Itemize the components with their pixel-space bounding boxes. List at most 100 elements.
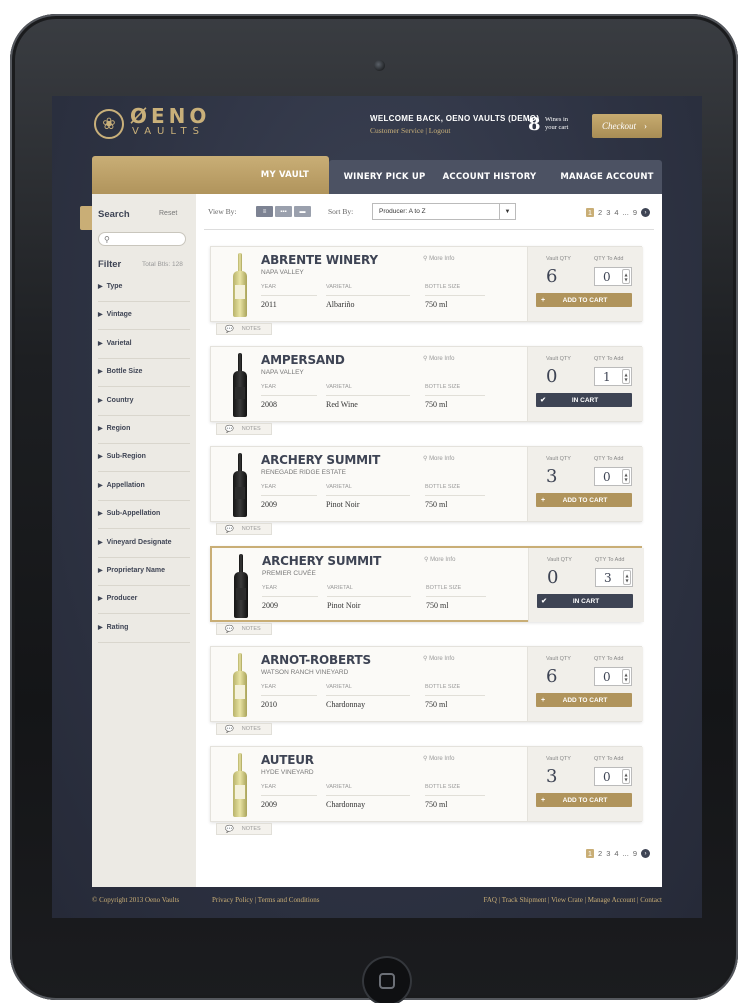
page-current[interactable]: 1 [585,849,595,858]
speech-bubble-icon: 💬 [225,826,234,833]
more-info-link[interactable]: ⚲ More Info [423,655,454,662]
filter-item[interactable]: ▶ Varietal [98,337,190,359]
vault-qty-label: Vault QTY [546,756,571,762]
field-caption: VARIETAL [326,384,352,390]
notes-tab[interactable]: 💬 NOTES [216,423,272,435]
filter-item[interactable]: ▶ Sub-Region [98,450,190,473]
sidebar-toggle[interactable] [80,206,92,230]
qty-to-add-stepper[interactable]: 3 ▲ ▼ [595,568,633,587]
tab-manage-account[interactable]: MANAGE ACCOUNT [552,160,662,194]
qty-to-add-stepper[interactable]: 0 ▲ ▼ [594,467,632,486]
tab-account-history[interactable]: ACCOUNT HISTORY [437,160,542,194]
stepper-arrows-icon[interactable]: ▲ ▼ [622,369,630,384]
add-to-cart-button[interactable]: + ADD TO CART [536,793,632,807]
next-page-icon[interactable]: › [641,849,650,858]
account-links[interactable]: Customer Service | Logout [370,126,539,135]
sort-select[interactable]: Producer: A to Z ▼ [372,203,516,220]
qty-to-add-stepper[interactable]: 0 ▲ ▼ [594,667,632,686]
more-info-link[interactable]: ⚲ More Info [423,355,454,362]
in-cart-button[interactable]: ✔ IN CART [537,594,633,608]
vault-qty-label: Vault QTY [546,656,571,662]
filter-label: Rating [106,623,129,631]
page-link[interactable]: 3 [606,849,610,858]
plus-icon: + [540,696,546,704]
field-caption: VARIETAL [327,585,353,591]
notes-tab[interactable]: 💬 NOTES [216,723,272,735]
expand-arrow-icon: ▶ [98,426,103,432]
filter-label: Type [106,283,123,290]
wine-name[interactable]: AMPERSAND [261,353,345,367]
filter-item[interactable]: ▶ Vintage [98,308,190,331]
home-button[interactable] [362,956,412,1003]
filter-item[interactable]: ▶ Appellation [98,479,190,501]
more-info-link[interactable]: ⚲ More Info [423,755,454,762]
page-link[interactable]: 4 [614,208,618,217]
add-to-cart-button[interactable]: + ADD TO CART [536,493,632,507]
notes-tab[interactable]: 💬 NOTES [216,523,272,535]
search-input[interactable]: ⚲ [98,232,186,246]
wine-name[interactable]: ARCHERY SUMMIT [261,453,380,467]
tab-my-vault[interactable]: MY VAULT [92,156,329,194]
bottle-neck [238,353,242,373]
stepper-arrows-icon[interactable]: ▲ ▼ [622,769,630,784]
filter-item[interactable]: ▶ Region [98,422,190,444]
filter-item[interactable]: ▶ Producer [98,592,190,615]
page-link[interactable]: 2 [598,208,602,217]
filter-item[interactable]: ▶ Bottle Size [98,365,190,388]
notes-tab[interactable]: 💬 NOTES [216,323,272,335]
qty-to-add-stepper[interactable]: 0 ▲ ▼ [594,267,632,286]
qty-to-add-stepper[interactable]: 1 ▲ ▼ [594,367,632,386]
field-value: 750 ml [425,300,448,309]
wine-name[interactable]: ABRENTE WINERY [261,253,378,267]
vault-qty-value: 3 [546,466,558,487]
view-compact-button[interactable]: ▬ [294,206,311,217]
plus-icon: + [540,796,546,804]
more-info-link[interactable]: ⚲ More Info [423,455,454,462]
page-link[interactable]: 9 [633,849,637,858]
footer-links-left[interactable]: Privacy Policy | Terms and Conditions [212,896,320,904]
in-cart-button[interactable]: ✔ IN CART [536,393,632,407]
plus-icon: + [540,296,546,304]
page-link[interactable]: 4 [614,849,618,858]
page-link[interactable]: 3 [606,208,610,217]
checkout-button[interactable]: Checkout › [592,114,662,138]
filter-item[interactable]: ▶ Rating [98,621,190,643]
page-link[interactable]: 2 [598,849,602,858]
more-info-label: More Info [429,656,455,662]
logo[interactable]: ØENO VAULTS [130,106,210,138]
filter-item[interactable]: ▶ Country [98,394,190,416]
more-info-link[interactable]: ⚲ More Info [424,556,455,563]
stepper-arrows-icon[interactable]: ▲ ▼ [622,469,630,484]
notes-tab[interactable]: 💬 NOTES [216,623,272,635]
stepper-arrows-icon[interactable]: ▲ ▼ [623,570,631,585]
footer-links-right[interactable]: FAQ | Track Shipment | View Crate | Mana… [483,896,662,904]
reset-link[interactable]: Reset [159,210,177,217]
tab-winery-pickup[interactable]: WINERY PICK UP [337,160,432,194]
filter-item[interactable]: ▶ Proprietary Name [98,564,190,586]
view-grid-button[interactable]: ▪▪▪ [275,206,292,217]
view-list-button[interactable]: ≡ [256,206,273,217]
vault-list: View By: ≡ ▪▪▪ ▬ Sort By: Producer: A to… [196,194,662,887]
wine-name[interactable]: ARCHERY SUMMIT [262,554,381,568]
filter-item[interactable]: ▶ Sub-Appellation [98,507,190,530]
qty-to-add-stepper[interactable]: 0 ▲ ▼ [594,767,632,786]
wine-name[interactable]: AUTEUR [261,753,314,767]
wine-name[interactable]: ARNOT-ROBERTS [261,653,371,667]
add-to-cart-button[interactable]: + ADD TO CART [536,693,632,707]
page-current[interactable]: 1 [585,208,595,217]
notes-tab[interactable]: 💬 NOTES [216,823,272,835]
search-icon: ⚲ [104,234,110,244]
stepper-arrows-icon[interactable]: ▲ ▼ [622,269,630,284]
next-page-icon[interactable]: › [641,208,650,217]
check-icon: ✔ [541,598,547,605]
stepper-arrows-icon[interactable]: ▲ ▼ [622,669,630,684]
more-info-link[interactable]: ⚲ More Info [423,255,454,262]
filter-item[interactable]: ▶ Type [98,280,190,302]
filter-item[interactable]: ▶ Vineyard Designate [98,536,190,558]
filter-sidebar: Search Reset ⚲ Filter Total Btls: 128 ▶ T… [92,194,196,887]
add-to-cart-button[interactable]: + ADD TO CART [536,293,632,307]
page-link[interactable]: 9 [633,208,637,217]
qty-to-add-value: 0 [603,769,611,784]
qty-to-add-label: QTY To Add [595,557,625,563]
vault-qty-value: 6 [546,666,558,687]
